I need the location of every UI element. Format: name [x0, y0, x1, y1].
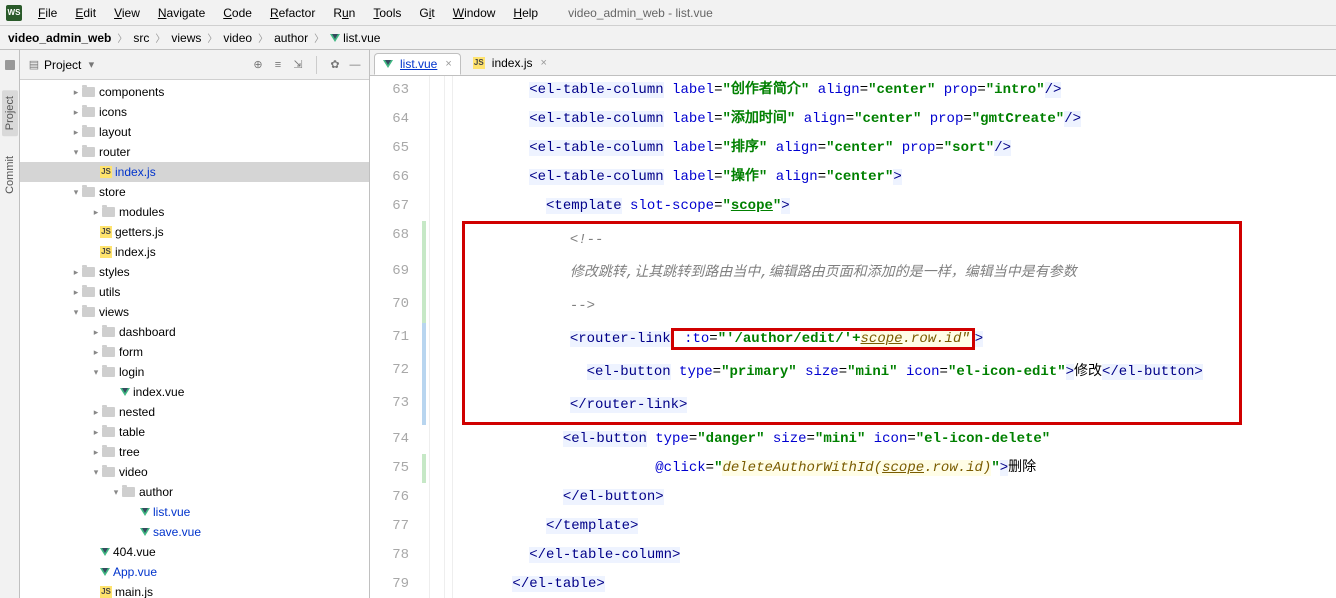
crumb-src[interactable]: src	[133, 31, 149, 45]
gear-icon[interactable]: ✿	[329, 59, 341, 71]
tree-main-js[interactable]: JSmain.js	[20, 582, 369, 598]
project-dropdown-icon: ▤	[28, 59, 40, 71]
breadcrumb: video_admin_web〉 src〉 views〉 video〉 auth…	[0, 26, 1336, 50]
tree-icons[interactable]: ▸icons	[20, 102, 369, 122]
locate-icon[interactable]: ⊕	[252, 59, 264, 71]
tree-router[interactable]: ▾router	[20, 142, 369, 162]
tree-tree[interactable]: ▸tree	[20, 442, 369, 462]
tool-rail: Project Commit	[0, 50, 20, 598]
tree-table[interactable]: ▸table	[20, 422, 369, 442]
project-tree[interactable]: ▸components ▸icons ▸layout ▾router JSind…	[20, 80, 369, 598]
close-icon[interactable]: ×	[445, 58, 451, 70]
tree-app-vue[interactable]: App.vue	[20, 562, 369, 582]
crumb-root[interactable]: video_admin_web	[8, 31, 111, 45]
app-icon: WS	[6, 5, 22, 21]
menu-edit[interactable]: Edit	[67, 3, 104, 23]
tree-login-index[interactable]: index.vue	[20, 382, 369, 402]
menu-code[interactable]: Code	[215, 3, 260, 23]
tree-utils[interactable]: ▸utils	[20, 282, 369, 302]
tree-dashboard[interactable]: ▸dashboard	[20, 322, 369, 342]
vue-icon	[383, 60, 393, 68]
tree-getters[interactable]: JSgetters.js	[20, 222, 369, 242]
crumb-video[interactable]: video	[223, 31, 252, 45]
rail-commit[interactable]: Commit	[4, 156, 16, 194]
menu-window[interactable]: Window	[445, 3, 504, 23]
js-icon: JS	[473, 57, 485, 69]
menu-git[interactable]: Git	[411, 3, 442, 23]
tree-views[interactable]: ▾views	[20, 302, 369, 322]
menu-file[interactable]: File	[30, 3, 65, 23]
menu-navigate[interactable]: Navigate	[150, 3, 213, 23]
menu-view[interactable]: View	[106, 3, 148, 23]
menu-run[interactable]: Run	[325, 3, 363, 23]
sidebar-header: ▤ Project ▾ ⊕ ≡ ⇲ ✿ —	[20, 50, 369, 80]
tree-video[interactable]: ▾video	[20, 462, 369, 482]
editor-tabs: list.vue× JSindex.js×	[370, 50, 1336, 76]
tree-save-vue[interactable]: save.vue	[20, 522, 369, 542]
tree-router-index[interactable]: JSindex.js	[20, 162, 369, 182]
rail-project[interactable]: Project	[2, 90, 18, 136]
expand-icon[interactable]: ≡	[272, 59, 284, 71]
close-icon[interactable]: ×	[540, 57, 546, 69]
tree-nested[interactable]: ▸nested	[20, 402, 369, 422]
tree-layout[interactable]: ▸layout	[20, 122, 369, 142]
tree-login[interactable]: ▾login	[20, 362, 369, 382]
tree-components[interactable]: ▸components	[20, 82, 369, 102]
menu-tools[interactable]: Tools	[365, 3, 409, 23]
project-sidebar: ▤ Project ▾ ⊕ ≡ ⇲ ✿ — ▸components ▸icons…	[20, 50, 370, 598]
crumb-author[interactable]: author	[274, 31, 308, 45]
collapse-icon[interactable]: ⇲	[292, 59, 304, 71]
tree-store[interactable]: ▾store	[20, 182, 369, 202]
sidebar-title-group[interactable]: ▤ Project ▾	[28, 58, 252, 72]
vue-icon	[330, 34, 340, 42]
menu-help[interactable]: Help	[505, 3, 546, 23]
tree-list-vue[interactable]: list.vue	[20, 502, 369, 522]
code-editor[interactable]: 63 <el-table-column label="创作者简介" align=…	[370, 76, 1336, 598]
tree-store-index[interactable]: JSindex.js	[20, 242, 369, 262]
tree-404[interactable]: 404.vue	[20, 542, 369, 562]
crumb-views[interactable]: views	[171, 31, 201, 45]
tree-author[interactable]: ▾author	[20, 482, 369, 502]
tab-list-vue[interactable]: list.vue×	[374, 53, 461, 75]
tree-styles[interactable]: ▸styles	[20, 262, 369, 282]
editor-area: list.vue× JSindex.js× 63 <el-table-colum…	[370, 50, 1336, 598]
rail-icon[interactable]	[5, 60, 15, 70]
menubar: WS File Edit View Navigate Code Refactor…	[0, 0, 1336, 26]
tree-modules[interactable]: ▸modules	[20, 202, 369, 222]
sidebar-title: Project	[44, 58, 81, 72]
window-title: video_admin_web - list.vue	[568, 6, 713, 20]
tree-form[interactable]: ▸form	[20, 342, 369, 362]
menu-refactor[interactable]: Refactor	[262, 3, 323, 23]
chevron-down-icon: ▾	[85, 59, 97, 71]
crumb-file[interactable]: list.vue	[343, 31, 380, 45]
tab-index-js[interactable]: JSindex.js×	[465, 53, 555, 73]
hide-icon[interactable]: —	[349, 59, 361, 71]
